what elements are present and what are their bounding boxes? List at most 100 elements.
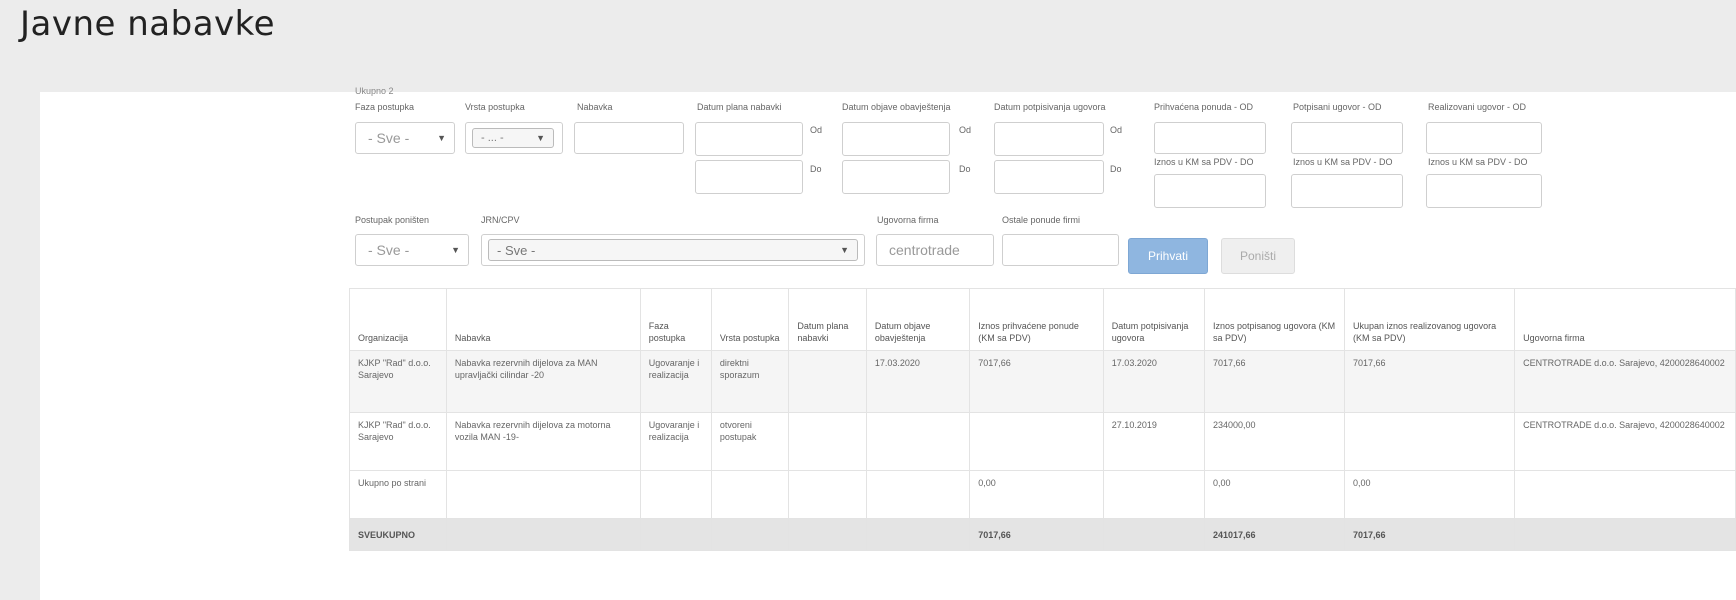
- chevron-down-icon: ▼: [536, 133, 545, 143]
- table-cell: Ugovaranje i realizacija: [639, 350, 712, 413]
- table-cell: [1514, 518, 1736, 551]
- ostale-ponude-input[interactable]: [1002, 234, 1119, 266]
- table-cell: Ukupno po strani: [349, 470, 447, 519]
- table-cell: CENTROTRADE d.o.o. Sarajevo, 42000286400…: [1514, 350, 1736, 413]
- vrsta-select[interactable]: - ... - ▼: [465, 122, 563, 154]
- datum-objave-do-input[interactable]: [842, 160, 950, 194]
- table-cell: KJKP "Rad" d.o.o. Sarajevo: [349, 412, 447, 471]
- table-cell: Ugovaranje i realizacija: [639, 412, 712, 471]
- ugovorna-firma-label: Ugovorna firma: [877, 215, 939, 225]
- table-cell: [788, 350, 867, 413]
- faza-select[interactable]: - Sve - ▼: [355, 122, 455, 154]
- ugovorna-firma-input[interactable]: centrotrade: [876, 234, 994, 266]
- table-cell: SVEUKUPNO: [349, 518, 447, 551]
- column-header[interactable]: Organizacija: [349, 288, 447, 351]
- column-header[interactable]: Nabavka: [445, 288, 641, 351]
- chevron-down-icon: ▼: [437, 133, 446, 143]
- datum-potpisivanja-do-input[interactable]: [994, 160, 1104, 194]
- page-title: Javne nabavke: [20, 4, 276, 44]
- jrn-select[interactable]: - Sve - ▼: [481, 234, 865, 266]
- nabavka-label: Nabavka: [577, 102, 613, 112]
- prihvati-button[interactable]: Prihvati: [1128, 238, 1208, 274]
- datum-objave-od-input[interactable]: [842, 122, 950, 156]
- column-header[interactable]: Vrsta postupka: [710, 288, 790, 351]
- table-cell: [1514, 470, 1736, 519]
- jrn-label: JRN/CPV: [481, 215, 520, 225]
- datum-plana-do-input[interactable]: [695, 160, 803, 194]
- table-cell: [710, 470, 790, 519]
- column-header[interactable]: Datum objave obavještenja: [865, 288, 971, 351]
- prihvacena-do-label: Iznos u KM sa PDV - DO: [1154, 157, 1254, 167]
- realizovani-do-input[interactable]: [1426, 174, 1542, 208]
- column-header[interactable]: Ugovorna firma: [1514, 288, 1736, 351]
- column-header[interactable]: Iznos potpisanog ugovora (KM sa PDV): [1204, 288, 1346, 351]
- table-cell: otvoreni postupak: [710, 412, 790, 471]
- table-cell: 17.03.2020: [1102, 350, 1206, 413]
- table-cell: 241017,66: [1204, 518, 1346, 551]
- table-cell: 0,00: [1344, 470, 1516, 519]
- datum-plana-do-label: Do: [810, 164, 822, 174]
- table-cell: 0,00: [1204, 470, 1346, 519]
- table-cell: [865, 518, 971, 551]
- page-total-row: Ukupno po strani 0,00 0,00 0,00: [349, 470, 1736, 519]
- datum-objave-od-label: Od: [959, 125, 972, 135]
- table-cell: [969, 412, 1104, 471]
- table-cell: 17.03.2020: [865, 350, 971, 413]
- table-cell: KJKP "Rad" d.o.o. Sarajevo: [349, 350, 447, 413]
- datum-plana-label: Datum plana nabavki: [697, 102, 782, 112]
- table-cell: 7017,66: [969, 518, 1104, 551]
- column-header[interactable]: Datum plana nabavki: [788, 288, 867, 351]
- potpisani-do-input[interactable]: [1291, 174, 1403, 208]
- table-cell: 0,00: [969, 470, 1104, 519]
- datum-plana-od-label: Od: [810, 125, 823, 135]
- results-count: Ukupno 2: [355, 86, 394, 96]
- table-row[interactable]: KJKP "Rad" d.o.o. Sarajevo Nabavka rezer…: [349, 412, 1736, 471]
- table-cell: [710, 518, 790, 551]
- table-cell: [788, 412, 867, 471]
- datum-potpisivanja-od-label: Od: [1110, 125, 1123, 135]
- potpisani-od-label: Potpisani ugovor - OD: [1293, 102, 1382, 112]
- table-cell: CENTROTRADE d.o.o. Sarajevo, 42000286400…: [1514, 412, 1736, 471]
- datum-potpisivanja-label: Datum potpisivanja ugovora: [994, 102, 1106, 112]
- prihvacena-do-input[interactable]: [1154, 174, 1266, 208]
- potpisani-do-label: Iznos u KM sa PDV - DO: [1293, 157, 1393, 167]
- table-cell: [1102, 518, 1206, 551]
- realizovani-od-label: Realizovani ugovor - OD: [1428, 102, 1527, 112]
- table-cell: 27.10.2019: [1102, 412, 1206, 471]
- chevron-down-icon: ▼: [840, 245, 849, 255]
- content-panel: Ukupno 2 Faza postupka Vrsta postupka Na…: [40, 86, 1736, 600]
- table-cell: 7017,66: [1204, 350, 1346, 413]
- table-cell: 7017,66: [1344, 518, 1516, 551]
- filter-and-results: Ukupno 2 Faza postupka Vrsta postupka Na…: [349, 86, 1736, 600]
- table-cell: 7017,66: [1344, 350, 1516, 413]
- table-cell: direktni sporazum: [710, 350, 790, 413]
- column-header[interactable]: Datum potpisivanja ugovora: [1102, 288, 1206, 351]
- realizovani-od-input[interactable]: [1426, 122, 1542, 154]
- column-header[interactable]: Faza postupka: [639, 288, 712, 351]
- vrsta-label: Vrsta postupka: [465, 102, 525, 112]
- table-cell: [639, 518, 712, 551]
- table-cell: [1344, 412, 1516, 471]
- datum-potpisivanja-od-input[interactable]: [994, 122, 1104, 156]
- prihvacena-od-label: Prihvaćena ponuda - OD: [1154, 102, 1254, 112]
- ponisten-select[interactable]: - Sve - ▼: [355, 234, 469, 266]
- ponisti-button[interactable]: Poništi: [1221, 238, 1295, 274]
- table-cell: 7017,66: [969, 350, 1104, 413]
- table-row[interactable]: KJKP "Rad" d.o.o. Sarajevo Nabavka rezer…: [349, 350, 1736, 413]
- datum-potpisivanja-do-label: Do: [1110, 164, 1122, 174]
- table-cell: [639, 470, 712, 519]
- nabavka-input[interactable]: [574, 122, 684, 154]
- column-header[interactable]: Ukupan iznos realizovanog ugovora (KM sa…: [1344, 288, 1516, 351]
- prihvacena-od-input[interactable]: [1154, 122, 1266, 154]
- datum-plana-od-input[interactable]: [695, 122, 803, 156]
- grand-total-row: SVEUKUPNO 7017,66 241017,66 7017,66: [349, 518, 1736, 551]
- column-header[interactable]: Iznos prihvaćene ponude (KM sa PDV): [969, 288, 1104, 351]
- table-cell: [788, 518, 867, 551]
- table-cell: [865, 470, 971, 519]
- potpisani-od-input[interactable]: [1291, 122, 1403, 154]
- table-cell: [1102, 470, 1206, 519]
- ponisten-label: Postupak poništen: [355, 215, 430, 225]
- table-header-row: Organizacija Nabavka Faza postupka Vrsta…: [349, 288, 1736, 351]
- realizovani-do-label: Iznos u KM sa PDV - DO: [1428, 157, 1528, 167]
- table-cell: 234000,00: [1204, 412, 1346, 471]
